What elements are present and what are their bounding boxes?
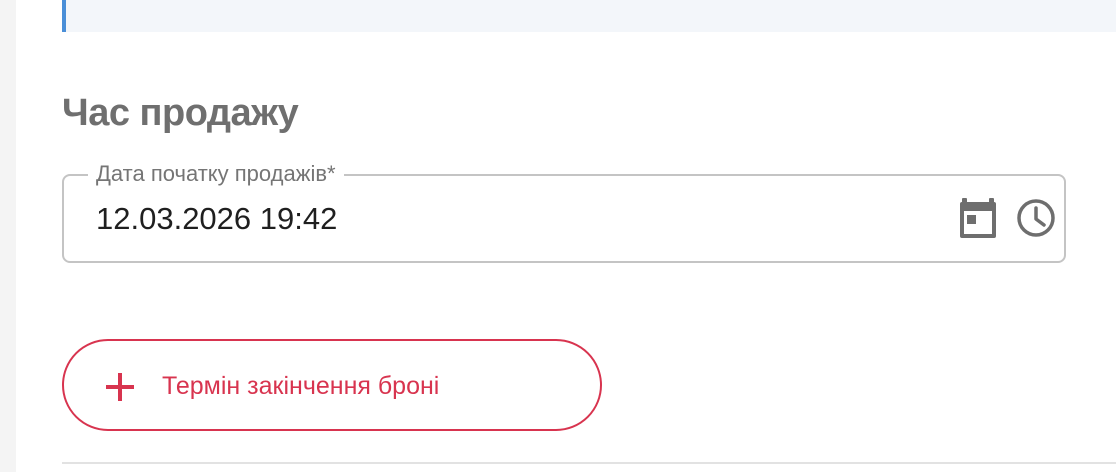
add-reservation-expiry-button[interactable]: Термін закінчення броні [62, 339, 602, 431]
add-reservation-expiry-label: Термін закінчення броні [162, 372, 440, 400]
page: Час продажу Дата початку продажів* 12.03… [0, 0, 1116, 472]
sale-start-label: Дата початку продажів* [88, 160, 344, 188]
left-rail [0, 0, 16, 472]
section-title: Час продажу [62, 92, 299, 134]
plus-icon [104, 371, 136, 403]
sale-start-value[interactable]: 12.03.2026 19:42 [96, 200, 337, 238]
clock-icon[interactable] [1016, 198, 1056, 238]
calendar-icon[interactable] [958, 196, 998, 240]
sale-start-datetime-field[interactable]: Дата початку продажів* 12.03.2026 19:42 [62, 160, 1066, 263]
divider [62, 462, 1116, 464]
info-banner [62, 0, 1116, 32]
